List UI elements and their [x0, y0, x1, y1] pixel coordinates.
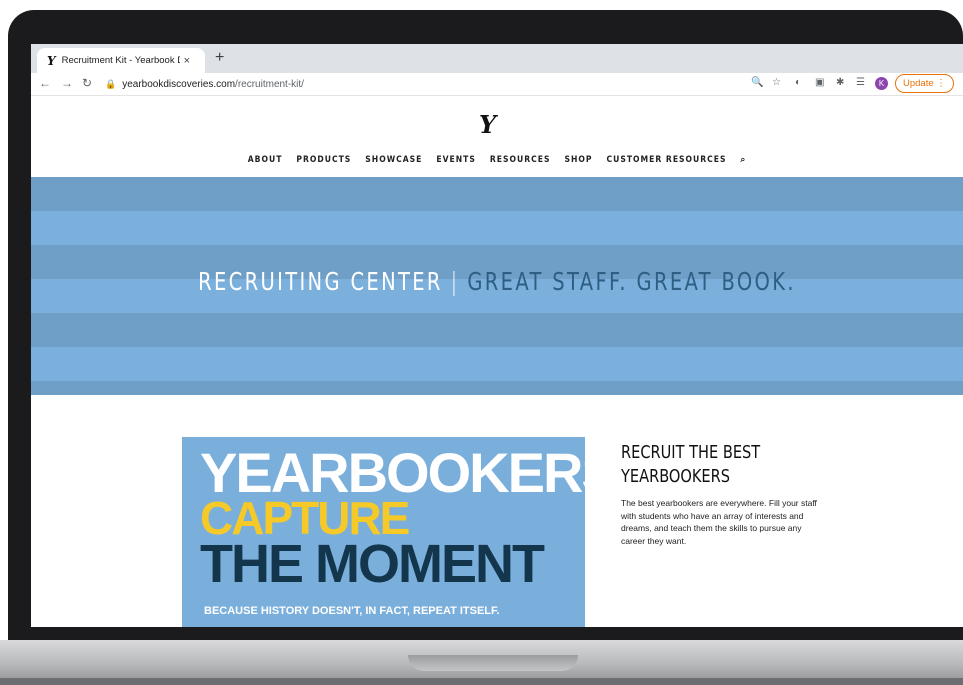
hero-stripe [31, 381, 963, 395]
nav-products[interactable]: PRODUCTS [296, 155, 351, 165]
hero-banner: RECRUITING CENTER | GREAT STAFF. GREAT BOO… [31, 177, 963, 395]
hero-separator: | [450, 267, 460, 296]
new-tab-button[interactable]: + [215, 49, 224, 67]
update-button[interactable]: Update ⋮ [895, 74, 954, 93]
site-logo[interactable]: Y [479, 110, 496, 139]
lock-icon: 🔒 [105, 78, 117, 89]
browser-tab[interactable]: Y Recruitment Kit - Yearbook Dis × [37, 48, 205, 73]
nav-resources[interactable]: RESOURCES [490, 155, 551, 165]
zoom-icon[interactable]: 🔍 [751, 77, 763, 88]
recruit-body: The best yearbookers are everywhere. Fil… [621, 498, 817, 546]
update-label: Update [903, 78, 934, 89]
hero-title-left: RECRUITING CENTER [198, 267, 443, 296]
tab-close-icon[interactable]: × [184, 55, 190, 67]
extension-icon[interactable]: ◐ [795, 77, 801, 88]
hero-stripe [31, 313, 963, 347]
search-icon[interactable]: ⌕ [741, 155, 747, 165]
hero-title: RECRUITING CENTER | GREAT STAFF. GREAT BOO… [134, 267, 861, 296]
favicon-icon: Y [47, 53, 55, 68]
browser-window: Y Recruitment Kit - Yearbook Dis × + ← →… [31, 44, 963, 627]
nav-about[interactable]: ABOUT [248, 155, 283, 165]
site-nav: ABOUT PRODUCTS SHOWCASE EVENTS RESOURCES… [31, 155, 963, 165]
promo-image: YEARBOOKERS CAPTURE THE MOMENT BECAUSE H… [182, 437, 585, 627]
nav-shop[interactable]: SHOP [564, 155, 592, 165]
recruit-heading: RECRUIT THE BEST YEARBOOKERS [621, 442, 761, 487]
laptop-base-edge [0, 678, 963, 685]
playlist-icon[interactable]: ☰ [856, 77, 865, 88]
extension-2-icon[interactable]: ▣ [815, 77, 824, 88]
nav-customer-resources[interactable]: CUSTOMER RESOURCES [607, 155, 727, 165]
promo-line-3: THE MOMENT [200, 534, 545, 594]
nav-showcase[interactable]: SHOWCASE [365, 155, 422, 165]
tab-bar: Y Recruitment Kit - Yearbook Dis × + [31, 44, 963, 73]
tab-title: Recruitment Kit - Yearbook Dis [61, 55, 180, 66]
url-path: /recruitment-kit/ [235, 78, 304, 90]
hero-title-right: GREAT STAFF. GREAT BOOK. [467, 267, 796, 296]
hero-stripe [31, 177, 963, 211]
puzzle-icon[interactable]: ✱ [836, 77, 844, 88]
laptop-notch [408, 655, 578, 671]
url-host: yearbookdiscoveries.com [122, 78, 236, 90]
forward-icon[interactable]: → [61, 76, 73, 90]
promo-tagline: BECAUSE HISTORY DOESN'T, IN FACT, REPEAT… [204, 605, 500, 617]
star-icon[interactable]: ☆ [772, 77, 781, 88]
nav-events[interactable]: EVENTS [436, 155, 476, 165]
address-bar[interactable]: 🔒 yearbookdiscoveries.com/recruitment-ki… [105, 75, 745, 93]
reload-icon[interactable]: ↻ [82, 76, 92, 90]
profile-avatar[interactable]: K [875, 77, 888, 90]
laptop-frame: Y Recruitment Kit - Yearbook Dis × + ← →… [0, 0, 963, 685]
back-icon[interactable]: ← [39, 76, 51, 90]
browser-toolbar: ← → ↻ 🔒 yearbookdiscoveries.com/recruitm… [31, 73, 963, 96]
